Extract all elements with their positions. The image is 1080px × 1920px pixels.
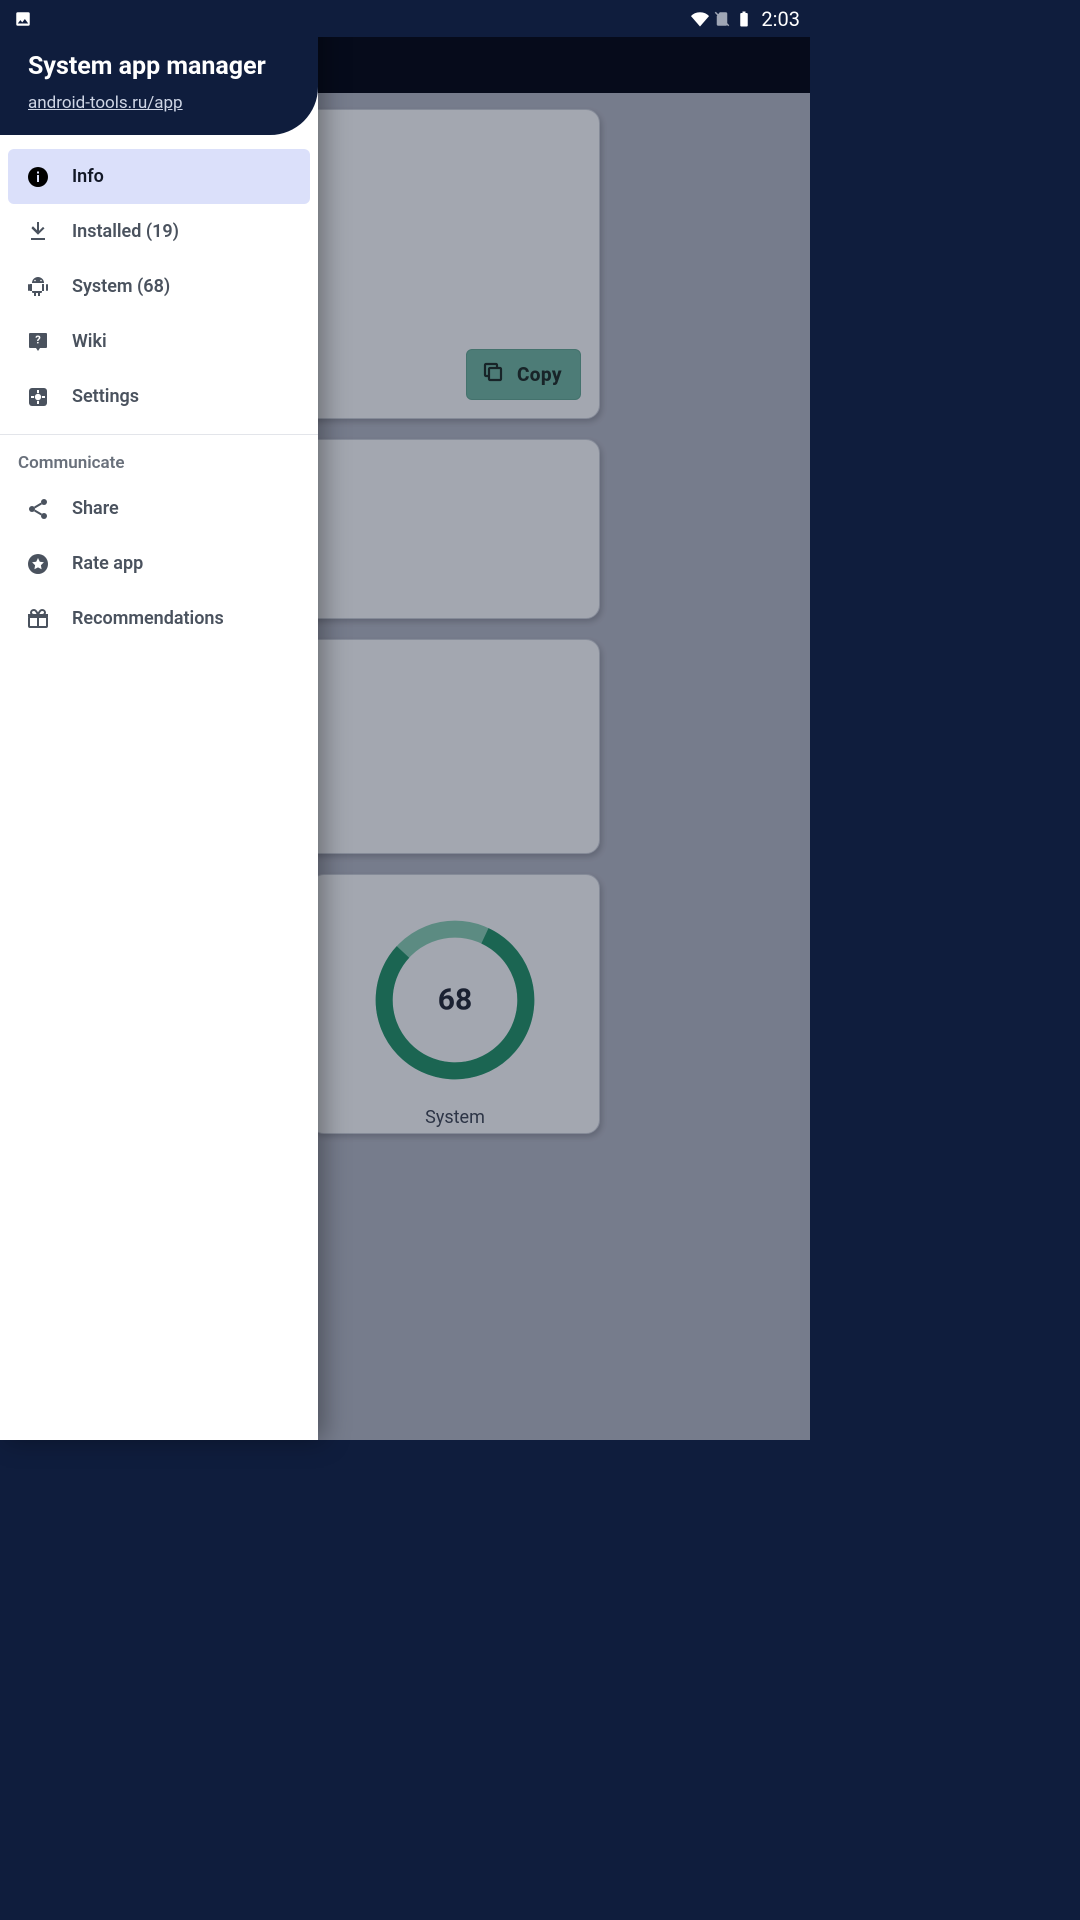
nav-label: System (68) (72, 276, 170, 297)
nav-item-wiki[interactable]: ? Wiki (8, 314, 310, 369)
status-left (14, 10, 32, 28)
nav-item-info[interactable]: Info (8, 149, 310, 204)
nav-item-settings[interactable]: Settings (8, 369, 310, 424)
download-icon (26, 220, 50, 244)
nav-label: Recommendations (72, 608, 224, 629)
help-icon: ? (26, 330, 50, 354)
star-icon (26, 552, 50, 576)
nav-label: Settings (72, 386, 139, 407)
android-icon (26, 275, 50, 299)
settings-icon (26, 385, 50, 409)
drawer-link[interactable]: android-tools.ru/app (28, 93, 183, 113)
nav-item-installed[interactable]: Installed (19) (8, 204, 310, 259)
status-time: 2:03 (761, 7, 800, 31)
nav-label: Wiki (72, 331, 107, 352)
wifi-icon (691, 10, 709, 28)
nav-item-recommendations[interactable]: Recommendations (8, 591, 310, 646)
nav-item-rate[interactable]: Rate app (8, 536, 310, 591)
drawer-menu-communicate: Share Rate app Recommendations (0, 481, 318, 646)
navigation-drawer: System app manager android-tools.ru/app … (0, 0, 318, 1440)
info-icon (26, 165, 50, 189)
drawer-section-communicate: Communicate (0, 435, 318, 481)
status-right: 2:03 (691, 7, 800, 31)
gift-icon (26, 607, 50, 631)
nav-item-share[interactable]: Share (8, 481, 310, 536)
drawer-menu: Info Installed (19) System (68) ? Wiki S… (0, 135, 318, 424)
picture-icon (14, 10, 32, 28)
nav-item-system[interactable]: System (68) (8, 259, 310, 314)
drawer-title: System app manager (28, 52, 290, 81)
nav-label: Info (72, 166, 104, 187)
nav-label: Rate app (72, 553, 143, 574)
nav-label: Installed (19) (72, 221, 179, 242)
no-sim-icon (713, 10, 731, 28)
nav-label: Share (72, 498, 119, 519)
share-icon (26, 497, 50, 521)
android-status-bar: 2:03 (0, 0, 810, 37)
battery-icon (735, 10, 753, 28)
svg-text:?: ? (35, 333, 41, 346)
